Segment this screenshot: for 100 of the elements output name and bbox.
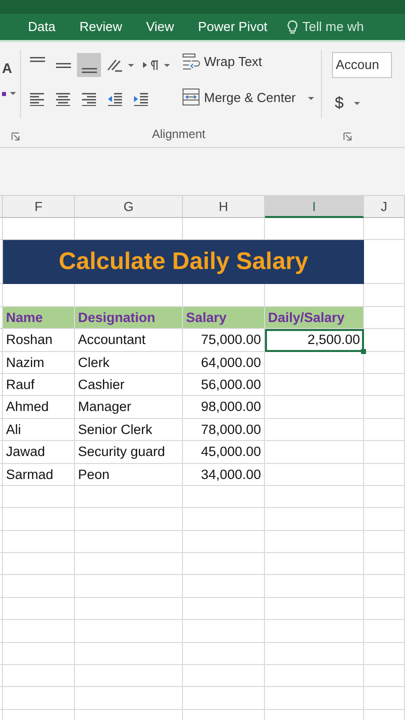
dialog-launcher[interactable] xyxy=(343,132,352,141)
empty-cell[interactable] xyxy=(3,508,75,531)
empty-cell[interactable] xyxy=(3,553,75,576)
ribbon-tab[interactable]: View xyxy=(134,15,186,39)
column-header[interactable]: F xyxy=(3,196,75,218)
empty-cell[interactable] xyxy=(364,620,405,643)
column-header[interactable]: H xyxy=(183,196,265,218)
empty-cell[interactable] xyxy=(364,352,405,374)
empty-cell[interactable] xyxy=(75,530,183,554)
empty-cell[interactable] xyxy=(364,530,405,554)
empty-cell[interactable] xyxy=(75,642,183,666)
empty-cell[interactable] xyxy=(0,486,3,508)
empty-cell[interactable] xyxy=(0,464,3,486)
empty-cell[interactable] xyxy=(0,553,3,576)
column-header[interactable]: I xyxy=(265,196,364,218)
empty-cell[interactable] xyxy=(364,575,405,598)
empty-cell[interactable] xyxy=(75,687,183,710)
empty-cell[interactable] xyxy=(0,598,3,620)
column-header[interactable]: J xyxy=(364,196,405,218)
empty-cell[interactable] xyxy=(364,687,405,710)
empty-cell[interactable] xyxy=(364,284,405,307)
empty-cell[interactable] xyxy=(183,665,265,688)
empty-cell[interactable] xyxy=(3,620,75,643)
ribbon-tab[interactable]: Data xyxy=(16,15,68,39)
empty-cell[interactable] xyxy=(3,575,75,598)
empty-cell[interactable] xyxy=(75,665,183,688)
wrap-text-button[interactable]: Wrap Text xyxy=(179,50,317,74)
ribbon-tab[interactable]: Power Pivot xyxy=(186,15,280,39)
empty-cell[interactable] xyxy=(183,642,265,666)
empty-cell[interactable] xyxy=(0,665,3,688)
empty-cell[interactable] xyxy=(265,575,364,598)
empty-cell[interactable] xyxy=(0,352,3,374)
empty-cell[interactable] xyxy=(183,598,265,620)
empty-cell[interactable] xyxy=(265,642,364,666)
empty-cell[interactable] xyxy=(364,418,405,442)
column-header[interactable]: G xyxy=(75,196,183,218)
empty-cell[interactable] xyxy=(364,508,405,531)
empty-cell[interactable] xyxy=(265,553,364,576)
font-color-button[interactable] xyxy=(2,92,16,96)
empty-cell[interactable] xyxy=(0,329,3,352)
empty-cell[interactable] xyxy=(265,508,364,531)
empty-cell[interactable] xyxy=(3,665,75,688)
number-format-field[interactable]: Accoun xyxy=(332,52,392,78)
table-cell[interactable] xyxy=(265,396,364,419)
table-cell[interactable] xyxy=(265,352,364,374)
empty-cell[interactable] xyxy=(0,441,3,464)
empty-cell[interactable] xyxy=(75,620,183,643)
empty-cell[interactable] xyxy=(265,530,364,554)
empty-cell[interactable] xyxy=(364,464,405,486)
empty-cell[interactable] xyxy=(364,553,405,576)
empty-cell[interactable] xyxy=(183,553,265,576)
empty-cell[interactable] xyxy=(3,486,75,508)
empty-cell[interactable] xyxy=(183,575,265,598)
table-cell[interactable] xyxy=(265,374,364,396)
empty-cell[interactable] xyxy=(75,575,183,598)
empty-cell[interactable] xyxy=(183,486,265,508)
empty-cell[interactable] xyxy=(0,575,3,598)
empty-cell[interactable] xyxy=(3,687,75,710)
empty-cell[interactable] xyxy=(0,687,3,710)
empty-cell[interactable] xyxy=(0,418,3,442)
empty-cell[interactable] xyxy=(0,508,3,531)
empty-cell[interactable] xyxy=(364,665,405,688)
empty-cell[interactable] xyxy=(75,553,183,576)
empty-cell[interactable] xyxy=(364,598,405,620)
empty-cell[interactable] xyxy=(3,530,75,554)
empty-cell[interactable] xyxy=(364,240,405,284)
empty-cell[interactable] xyxy=(0,620,3,643)
tell-me-field[interactable]: Tell me wh xyxy=(287,17,364,37)
empty-cell[interactable] xyxy=(265,620,364,643)
table-cell[interactable]: 2,500.00 xyxy=(265,329,364,352)
currency-button[interactable]: $ xyxy=(332,90,392,118)
ribbon-tab[interactable]: Review xyxy=(67,15,134,39)
empty-cell[interactable] xyxy=(0,374,3,396)
empty-cell[interactable] xyxy=(0,530,3,554)
empty-cell[interactable] xyxy=(75,508,183,531)
empty-cell[interactable] xyxy=(364,218,405,240)
empty-cell[interactable] xyxy=(265,486,364,508)
empty-cell[interactable] xyxy=(265,665,364,688)
empty-cell[interactable] xyxy=(3,642,75,666)
empty-cell[interactable] xyxy=(183,687,265,710)
empty-cell[interactable] xyxy=(183,620,265,643)
empty-cell[interactable] xyxy=(364,486,405,508)
align-bottom-button[interactable] xyxy=(77,53,101,77)
empty-cell[interactable] xyxy=(75,598,183,620)
empty-cell[interactable] xyxy=(364,396,405,419)
empty-cell[interactable] xyxy=(364,374,405,396)
empty-cell[interactable] xyxy=(364,329,405,352)
empty-cell[interactable] xyxy=(265,687,364,710)
merge-center-button[interactable]: Merge & Center xyxy=(179,86,317,109)
table-cell[interactable] xyxy=(265,418,364,442)
empty-cell[interactable] xyxy=(265,598,364,620)
empty-cell[interactable] xyxy=(183,508,265,531)
dialog-launcher[interactable] xyxy=(11,132,20,141)
empty-cell[interactable] xyxy=(0,284,3,307)
empty-cell[interactable] xyxy=(0,396,3,419)
empty-cell[interactable] xyxy=(183,530,265,554)
empty-cell[interactable] xyxy=(364,441,405,464)
table-cell[interactable] xyxy=(265,464,364,486)
empty-cell[interactable] xyxy=(364,642,405,666)
empty-cell[interactable] xyxy=(0,642,3,666)
